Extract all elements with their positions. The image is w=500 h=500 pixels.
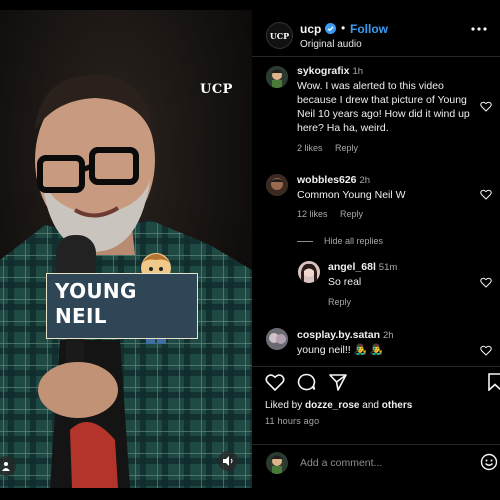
comment-3-time: 2h: [382, 330, 394, 341]
avatar-image: [266, 66, 288, 88]
comment-2-body: wobbles626 2h Common Young Neil W: [297, 173, 472, 202]
liked-user[interactable]: dozze_rose: [305, 400, 359, 411]
more-options-icon[interactable]: [470, 26, 488, 32]
reply-1-meta: Reply: [328, 297, 361, 307]
caption-line-1: YOUNG: [55, 279, 137, 303]
avatar-image: [266, 328, 288, 350]
video-player[interactable]: UCP YOUNG NEIL: [0, 10, 252, 488]
liked-others[interactable]: others: [382, 400, 413, 411]
separator-dot: •: [341, 21, 346, 35]
video-caption-text: YOUNG NEIL: [55, 279, 155, 329]
like-post-icon[interactable]: [265, 373, 285, 391]
like-comment-3-icon[interactable]: [480, 345, 492, 356]
comment-1-body: sykografix 1h Wow. I was alerted to this…: [297, 64, 472, 135]
share-icon[interactable]: [329, 373, 347, 391]
add-comment-input[interactable]: Add a comment...: [300, 457, 382, 469]
video-watermark: UCP: [200, 82, 233, 97]
liked-prefix: Liked by: [265, 400, 303, 411]
comment-1-reply[interactable]: Reply: [335, 143, 358, 153]
reply-1-text: So real: [328, 276, 362, 288]
liked-by-text: Liked by dozze_rose and others: [265, 400, 412, 411]
comment-avatar-angel_68l[interactable]: [298, 261, 320, 283]
post-time: 11 hours ago: [265, 416, 320, 426]
comment-3-text: young neil!! 👨‍🎤 👨‍🎤: [297, 344, 383, 356]
replies-divider: [297, 241, 313, 242]
comment-icon[interactable]: [297, 373, 316, 391]
comment-1-username[interactable]: sykografix: [297, 65, 350, 77]
comment-2-text: Common Young Neil W: [297, 189, 406, 201]
comment-1-meta: 2 likes Reply: [297, 143, 368, 153]
audio-label[interactable]: Original audio: [300, 39, 362, 50]
reply-1-username[interactable]: angel_68l: [328, 261, 376, 273]
author-avatar-text: UCP: [269, 30, 290, 41]
comment-1-time: 1h: [352, 66, 364, 77]
post-header: UCP ucp • Follow Original audio: [252, 10, 500, 57]
reply-1-body: angel_68l 51m So real: [328, 260, 473, 289]
comment-2-reply[interactable]: Reply: [340, 209, 363, 219]
comment-3-username[interactable]: cosplay.by.satan: [297, 329, 380, 341]
reply-1-time: 51m: [378, 262, 398, 273]
comment-1-likes[interactable]: 2 likes: [297, 143, 323, 153]
comment-2-meta: 12 likes Reply: [297, 209, 373, 219]
follow-button[interactable]: Follow: [350, 22, 388, 36]
comment-3-body: cosplay.by.satan 2h young neil!! 👨‍🎤 👨‍🎤: [297, 328, 472, 357]
author-username[interactable]: ucp: [300, 22, 321, 36]
mute-button[interactable]: [218, 451, 238, 471]
hide-replies-button[interactable]: Hide all replies: [324, 236, 383, 246]
like-comment-2-icon[interactable]: [480, 189, 492, 200]
liked-and: and: [362, 400, 379, 411]
avatar-image: [298, 261, 320, 283]
avatar-image: [266, 174, 288, 196]
comment-avatar-cosplay-by-satan[interactable]: [266, 328, 288, 350]
comment-2-likes[interactable]: 12 likes: [297, 209, 328, 219]
comment-2-username[interactable]: wobbles626: [297, 174, 357, 186]
verified-badge-icon: [325, 23, 336, 34]
comment-2-time: 2h: [359, 175, 371, 186]
post-viewer: UCP YOUNG NEIL UCP ucp • Follow Original…: [0, 0, 500, 500]
avatar-image: [266, 452, 288, 474]
comments-panel: UCP ucp • Follow Original audio sykograf…: [252, 10, 500, 488]
person-icon: [2, 462, 10, 471]
comment-avatar-wobbles626[interactable]: [266, 174, 288, 196]
like-comment-1-icon[interactable]: [480, 101, 492, 112]
comment-avatar-sykografix[interactable]: [266, 66, 288, 88]
speaker-icon: [222, 456, 232, 466]
author-avatar[interactable]: UCP: [266, 22, 293, 49]
current-user-avatar: [266, 452, 288, 474]
reply-1-reply[interactable]: Reply: [328, 297, 351, 307]
comment-1-text: Wow. I was alerted to this video because…: [297, 80, 470, 134]
video-caption-box: YOUNG NEIL: [46, 273, 198, 339]
save-bookmark-icon[interactable]: [488, 373, 500, 391]
emoji-icon[interactable]: [480, 453, 498, 471]
like-reply-1-icon[interactable]: [480, 277, 492, 288]
caption-line-2: NEIL: [55, 304, 107, 328]
